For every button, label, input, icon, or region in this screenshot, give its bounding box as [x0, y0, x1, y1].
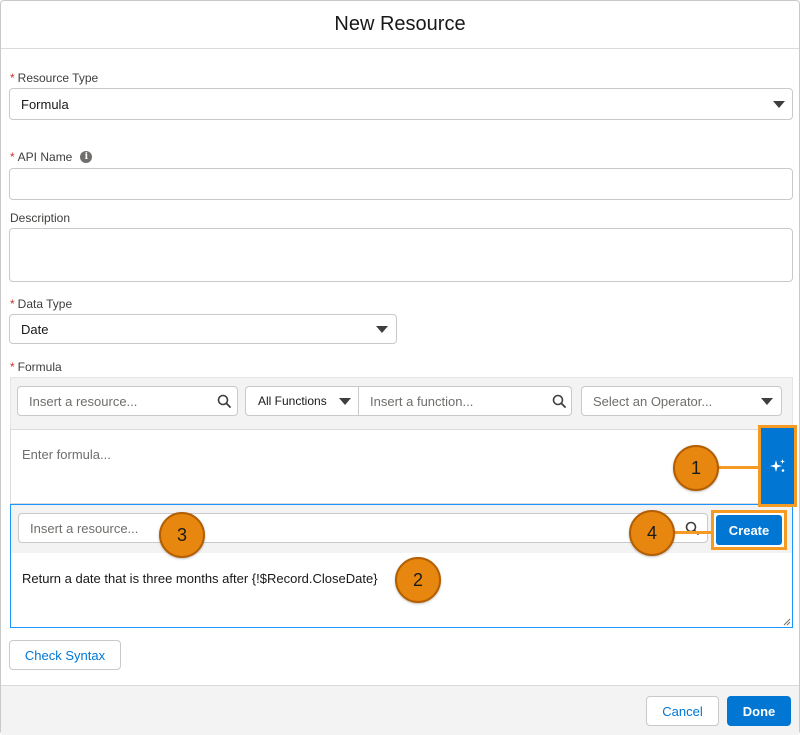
modal-title: New Resource — [334, 13, 466, 35]
api-name-input[interactable] — [9, 168, 793, 200]
data-type-label: * Data Type — [10, 297, 72, 311]
formula-resource-placeholder: Insert a resource... — [29, 393, 138, 409]
chevron-down-icon — [376, 326, 388, 333]
callout-badge: 2 — [395, 557, 441, 603]
formula-label: * Formula — [10, 360, 62, 374]
required-mark: * — [10, 297, 15, 311]
search-icon — [217, 394, 231, 408]
resource-type-value: Formula — [21, 96, 69, 112]
search-icon — [552, 394, 566, 408]
description-label: Description — [10, 211, 70, 225]
modal-footer: Cancel Done — [1, 685, 799, 735]
functions-filter-value: All Functions — [258, 394, 327, 408]
callout-connector — [674, 531, 712, 534]
create-button-highlight: Create — [711, 510, 787, 550]
ai-resource-placeholder: Insert a resource... — [30, 520, 139, 536]
resource-type-label: * Resource Type — [10, 71, 98, 85]
callout-connector — [715, 466, 759, 469]
callout-badge: 3 — [159, 512, 205, 558]
operator-placeholder: Select an Operator... — [593, 393, 713, 409]
callout-badge: 4 — [629, 510, 675, 556]
formula-resource-search[interactable]: Insert a resource... — [17, 386, 238, 416]
required-mark: * — [10, 71, 15, 85]
required-mark: * — [10, 150, 15, 164]
new-resource-modal: New Resource * Resource Type Formula * A… — [0, 0, 800, 735]
formula-editor-placeholder: Enter formula... — [22, 447, 111, 462]
formula-function-search[interactable]: Insert a function... — [358, 386, 572, 416]
ai-resource-search[interactable]: Insert a resource... — [18, 513, 708, 543]
data-type-value: Date — [21, 321, 49, 337]
cancel-button[interactable]: Cancel — [646, 696, 719, 726]
required-mark: * — [10, 360, 15, 374]
done-button[interactable]: Done — [727, 696, 791, 726]
formula-function-placeholder: Insert a function... — [370, 393, 474, 409]
ai-assist-button[interactable] — [758, 425, 797, 507]
chevron-down-icon — [773, 101, 785, 108]
check-syntax-button[interactable]: Check Syntax — [9, 640, 121, 670]
operator-select[interactable]: Select an Operator... — [581, 386, 782, 416]
create-button[interactable]: Create — [716, 515, 782, 545]
description-label-text: Description — [10, 211, 71, 225]
resize-grip-icon[interactable] — [783, 618, 791, 626]
api-name-label: * API Name i — [10, 150, 93, 164]
data-type-label-text: Data Type — [17, 297, 73, 311]
functions-filter-select[interactable]: All Functions — [245, 386, 359, 416]
modal-header: New Resource — [1, 1, 799, 49]
info-icon[interactable]: i — [80, 151, 93, 163]
sparkle-icon — [769, 459, 785, 472]
chevron-down-icon — [761, 398, 773, 405]
api-name-label-text: API Name — [17, 150, 73, 164]
callout-badge: 1 — [673, 445, 719, 491]
chevron-down-icon — [339, 398, 351, 405]
description-textarea[interactable] — [9, 228, 793, 282]
formula-label-text: Formula — [17, 360, 62, 374]
data-type-select[interactable]: Date — [9, 314, 397, 344]
resource-type-select[interactable]: Formula — [9, 88, 793, 120]
resource-type-label-text: Resource Type — [17, 71, 99, 85]
ai-prompt-text[interactable]: Return a date that is three months after… — [22, 571, 378, 586]
